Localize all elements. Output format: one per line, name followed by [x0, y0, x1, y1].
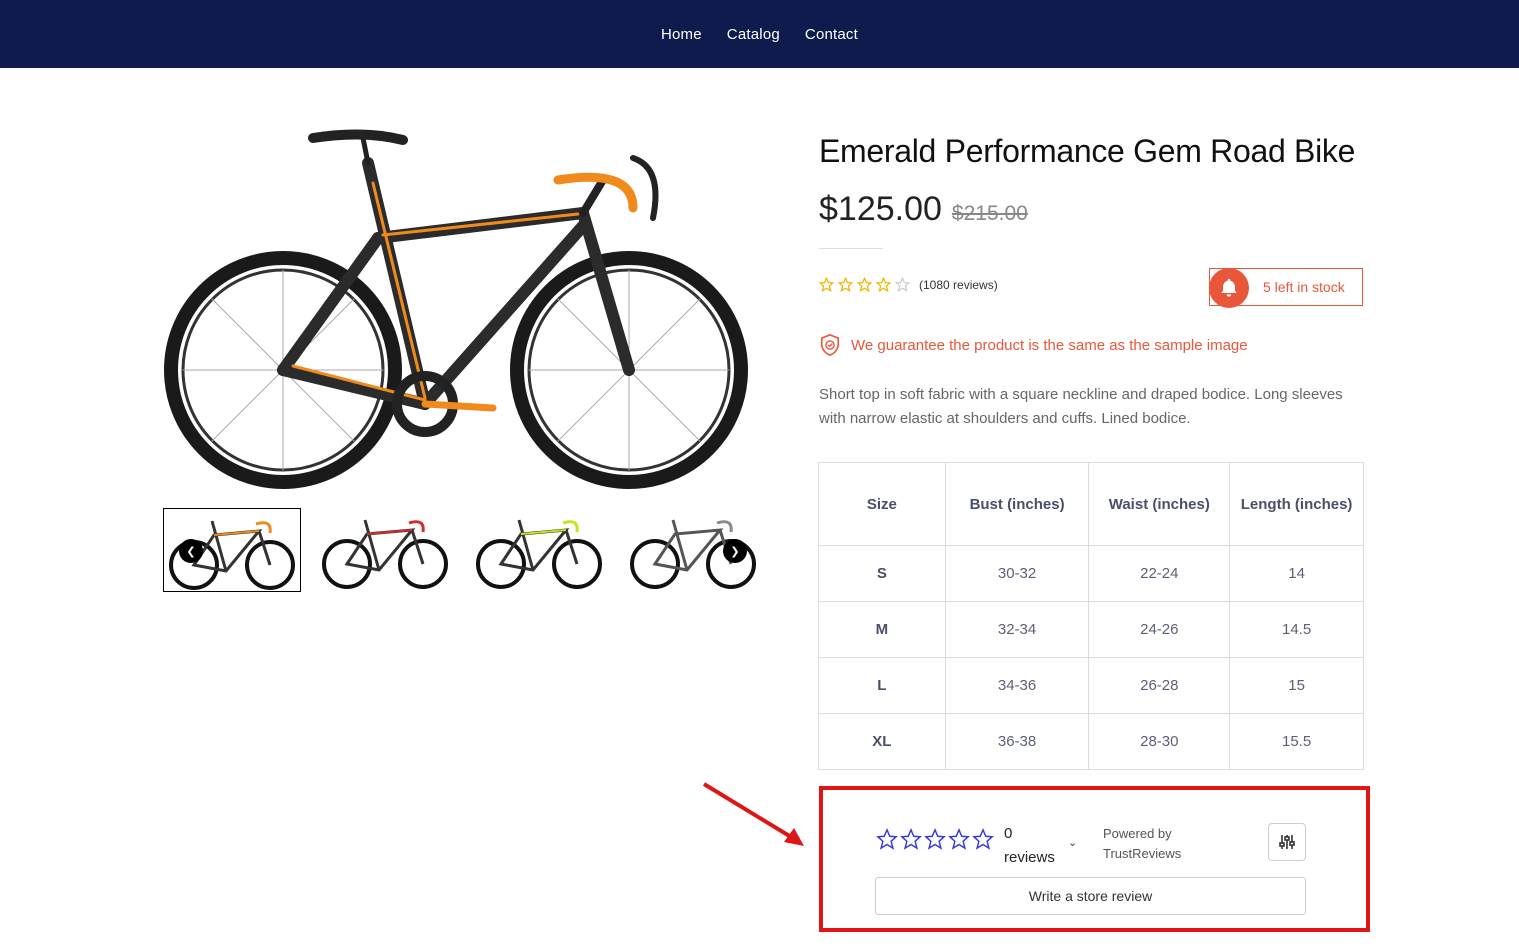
cell-size: S — [818, 545, 946, 602]
header-bust: Bust (inches) — [944, 462, 1090, 546]
cell-waist: 24-26 — [1088, 601, 1231, 658]
cell-waist: 26-28 — [1088, 657, 1231, 714]
cell-length: 14 — [1229, 545, 1364, 602]
cell-waist: 28-30 — [1088, 713, 1231, 770]
product-description: Short top in soft fabric with a square n… — [819, 386, 1343, 427]
divider — [819, 248, 883, 249]
powered-by-brand[interactable]: TrustReviews — [1103, 844, 1181, 864]
thumbnail-3[interactable] — [471, 508, 609, 592]
header-waist: Waist (inches) — [1088, 462, 1231, 546]
thumbnail-2[interactable] — [317, 508, 455, 592]
shield-check-icon — [820, 334, 840, 356]
product-title: Emerald Performance Gem Road Bike — [819, 133, 1356, 169]
table-row: XL 36-38 28-30 15.5 — [818, 713, 1364, 770]
old-price: $215.00 — [951, 202, 1028, 225]
cell-bust: 32-34 — [944, 601, 1090, 658]
star-outline-icon — [924, 828, 946, 850]
table-row: L 34-36 26-28 15 — [818, 657, 1364, 714]
star-empty-icon — [895, 277, 910, 292]
cell-size: XL — [818, 713, 946, 770]
size-chart-table: Size Bust (inches) Waist (inches) Length… — [818, 462, 1364, 770]
product-rating[interactable]: (1080 reviews) — [819, 277, 998, 292]
reviews-stars[interactable] — [876, 828, 994, 850]
star-filled-icon — [819, 277, 834, 292]
filter-button[interactable] — [1268, 823, 1306, 861]
carousel-prev-button[interactable]: ❮ — [179, 539, 203, 563]
carousel-next-button[interactable]: ❯ — [723, 539, 747, 563]
guarantee-notice: We guarantee the product is the same as … — [819, 333, 1248, 357]
cell-waist: 22-24 — [1088, 545, 1231, 602]
cell-length: 15 — [1229, 657, 1364, 714]
star-filled-icon — [876, 277, 891, 292]
star-outline-icon — [948, 828, 970, 850]
star-filled-icon — [838, 277, 853, 292]
reviews-count[interactable]: 0 reviews — [1004, 822, 1055, 870]
top-nav: Home Catalog Contact — [0, 0, 1519, 68]
nav-home[interactable]: Home — [661, 26, 702, 43]
powered-by-label: Powered by — [1103, 826, 1172, 841]
star-filled-icon — [857, 277, 872, 292]
star-outline-icon — [972, 828, 994, 850]
header-length: Length (inches) — [1229, 462, 1364, 546]
product-main-image[interactable] — [163, 108, 763, 508]
chevron-right-icon: ❯ — [730, 545, 740, 558]
price-row: $125.00 $215.00 — [819, 190, 1028, 229]
sliders-icon — [1279, 835, 1295, 849]
cell-length: 14.5 — [1229, 601, 1364, 658]
thumbnail-strip: ❮ ❯ — [163, 508, 763, 592]
cell-bust: 36-38 — [944, 713, 1090, 770]
rating-count: (1080 reviews) — [919, 277, 998, 292]
table-row: M 32-34 24-26 14.5 — [818, 601, 1364, 658]
annotation-arrow-icon — [702, 782, 804, 846]
chevron-left-icon: ❮ — [186, 545, 196, 558]
current-price: $125.00 — [819, 190, 942, 228]
write-review-button[interactable]: Write a store review — [875, 877, 1306, 915]
nav-catalog[interactable]: Catalog — [727, 26, 780, 43]
stock-badge: 5 left in stock — [1209, 268, 1363, 308]
reviews-widget: 0 reviews ⌄ Powered by TrustReviews Writ… — [819, 786, 1370, 932]
table-row: S 30-32 22-24 14 — [818, 545, 1364, 602]
cell-size: M — [818, 601, 946, 658]
powered-by: Powered by TrustReviews — [1103, 824, 1181, 864]
cell-size: L — [818, 657, 946, 714]
guarantee-text: We guarantee the product is the same as … — [851, 336, 1248, 354]
nav-contact[interactable]: Contact — [805, 26, 858, 43]
stock-text: 5 left in stock — [1263, 279, 1345, 295]
header-size: Size — [818, 462, 946, 546]
star-outline-icon — [876, 828, 898, 850]
cell-bust: 34-36 — [944, 657, 1090, 714]
cell-length: 15.5 — [1229, 713, 1364, 770]
cell-bust: 30-32 — [944, 545, 1090, 602]
reviews-count-number: 0 — [1004, 825, 1013, 842]
bell-icon — [1209, 268, 1249, 308]
reviews-count-label: reviews — [1004, 849, 1055, 866]
chevron-down-icon[interactable]: ⌄ — [1068, 836, 1077, 849]
star-outline-icon — [900, 828, 922, 850]
